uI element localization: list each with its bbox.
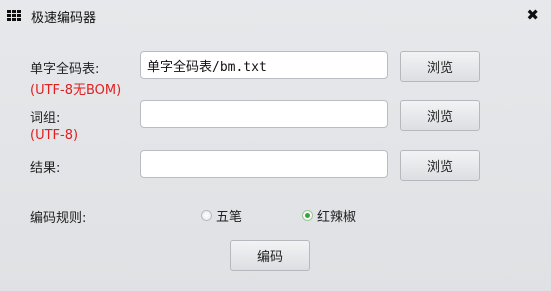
radio-hongla[interactable] (302, 209, 313, 221)
radio-wubi-label: 五笔 (216, 209, 243, 225)
phrase-label: 词组: (30, 111, 61, 126)
radio-hongla-label: 红辣椒 (317, 209, 357, 225)
result-path-input[interactable] (140, 150, 388, 178)
phrase-path-input[interactable] (140, 100, 388, 128)
single-char-label: 单字全码表: (30, 62, 100, 77)
close-icon[interactable]: ✖ (526, 6, 539, 24)
grid-menu-icon[interactable] (7, 10, 21, 22)
result-browse-button[interactable]: 浏览 (400, 150, 480, 181)
single-char-path-input[interactable] (140, 51, 388, 79)
encode-button[interactable]: 编码 (230, 240, 310, 271)
radio-option-wubi[interactable]: 五笔 (201, 206, 243, 225)
radio-option-hongla[interactable]: 红辣椒 (302, 206, 357, 225)
phrase-browse-button[interactable]: 浏览 (400, 100, 480, 131)
phrase-encoding-note: (UTF-8) (30, 128, 79, 143)
result-label: 结果: (30, 161, 61, 176)
single-char-browse-button[interactable]: 浏览 (400, 51, 480, 82)
encoding-rule-label: 编码规则: (30, 211, 87, 226)
single-char-encoding-note: (UTF-8无BOM) (30, 83, 122, 98)
radio-wubi[interactable] (201, 209, 212, 221)
window-title: 极速编码器 (31, 11, 97, 26)
title-bar: 极速编码器 ✖ (0, 0, 551, 32)
